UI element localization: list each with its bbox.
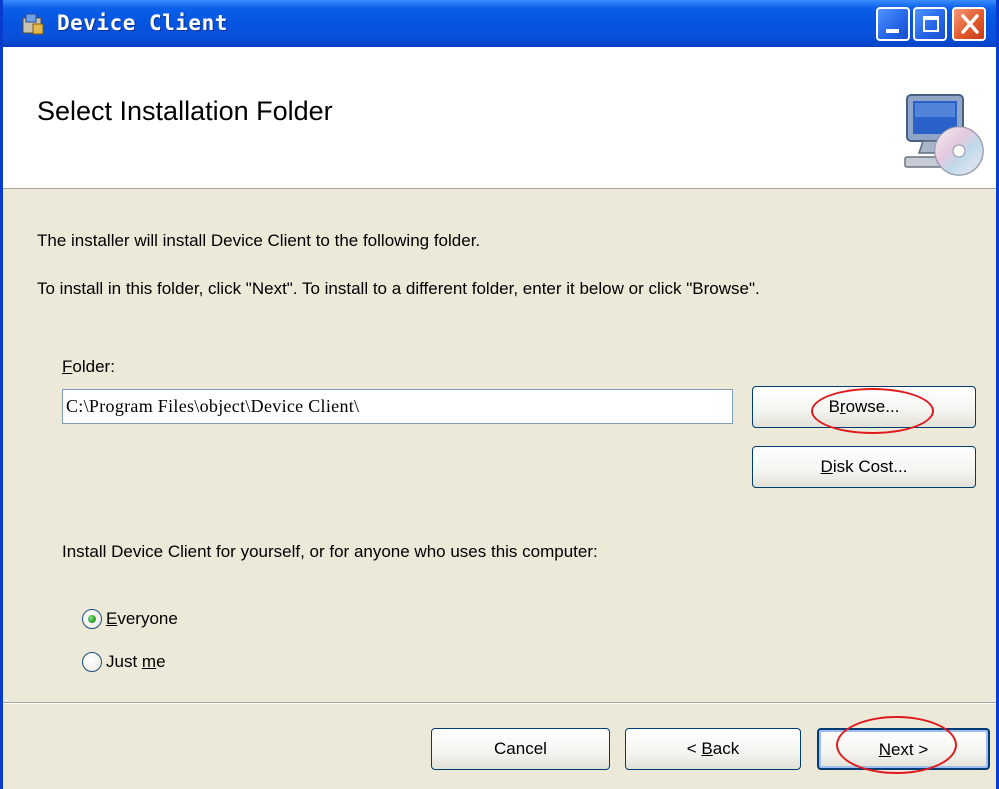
cancel-button[interactable]: Cancel (431, 728, 610, 770)
close-icon (961, 14, 979, 34)
radio-everyone-label[interactable]: Everyone (106, 608, 178, 630)
header-banner: Select Installation Folder (3, 47, 996, 189)
window-title: Device Client (57, 11, 228, 35)
title-bar[interactable]: Device Client (3, 0, 996, 47)
annotation-circle-browse (811, 388, 934, 434)
radio-just-me[interactable] (82, 652, 102, 672)
folder-path-input[interactable]: C:\Program Files\object\Device Client\ (62, 389, 733, 424)
radio-just-me-label[interactable]: Just me (106, 651, 166, 673)
minimize-button[interactable] (876, 7, 910, 41)
maximize-icon (923, 16, 939, 32)
installer-app-icon (22, 13, 44, 35)
disk-cost-button[interactable]: Disk Cost... (752, 446, 976, 488)
folder-label: Folder: (62, 357, 115, 376)
footer-divider (3, 702, 996, 704)
close-button[interactable] (952, 7, 986, 41)
intro-text: The installer will install Device Client… (37, 231, 481, 250)
installer-window: Device Client Select Installation Folder (0, 0, 999, 789)
minimize-icon (886, 29, 899, 33)
instructions-text: To install in this folder, click "Next".… (37, 279, 760, 298)
back-button[interactable]: < Back (625, 728, 801, 770)
maximize-button[interactable] (913, 7, 947, 41)
page-title: Select Installation Folder (37, 96, 333, 126)
radio-everyone[interactable] (82, 609, 102, 629)
radio-selected-dot (88, 615, 96, 623)
install-scope-prompt: Install Device Client for yourself, or f… (62, 542, 598, 561)
folder-path-value: C:\Program Files\object\Device Client\ (66, 396, 360, 416)
computer-cd-icon (904, 94, 984, 176)
annotation-circle-next (836, 716, 957, 774)
